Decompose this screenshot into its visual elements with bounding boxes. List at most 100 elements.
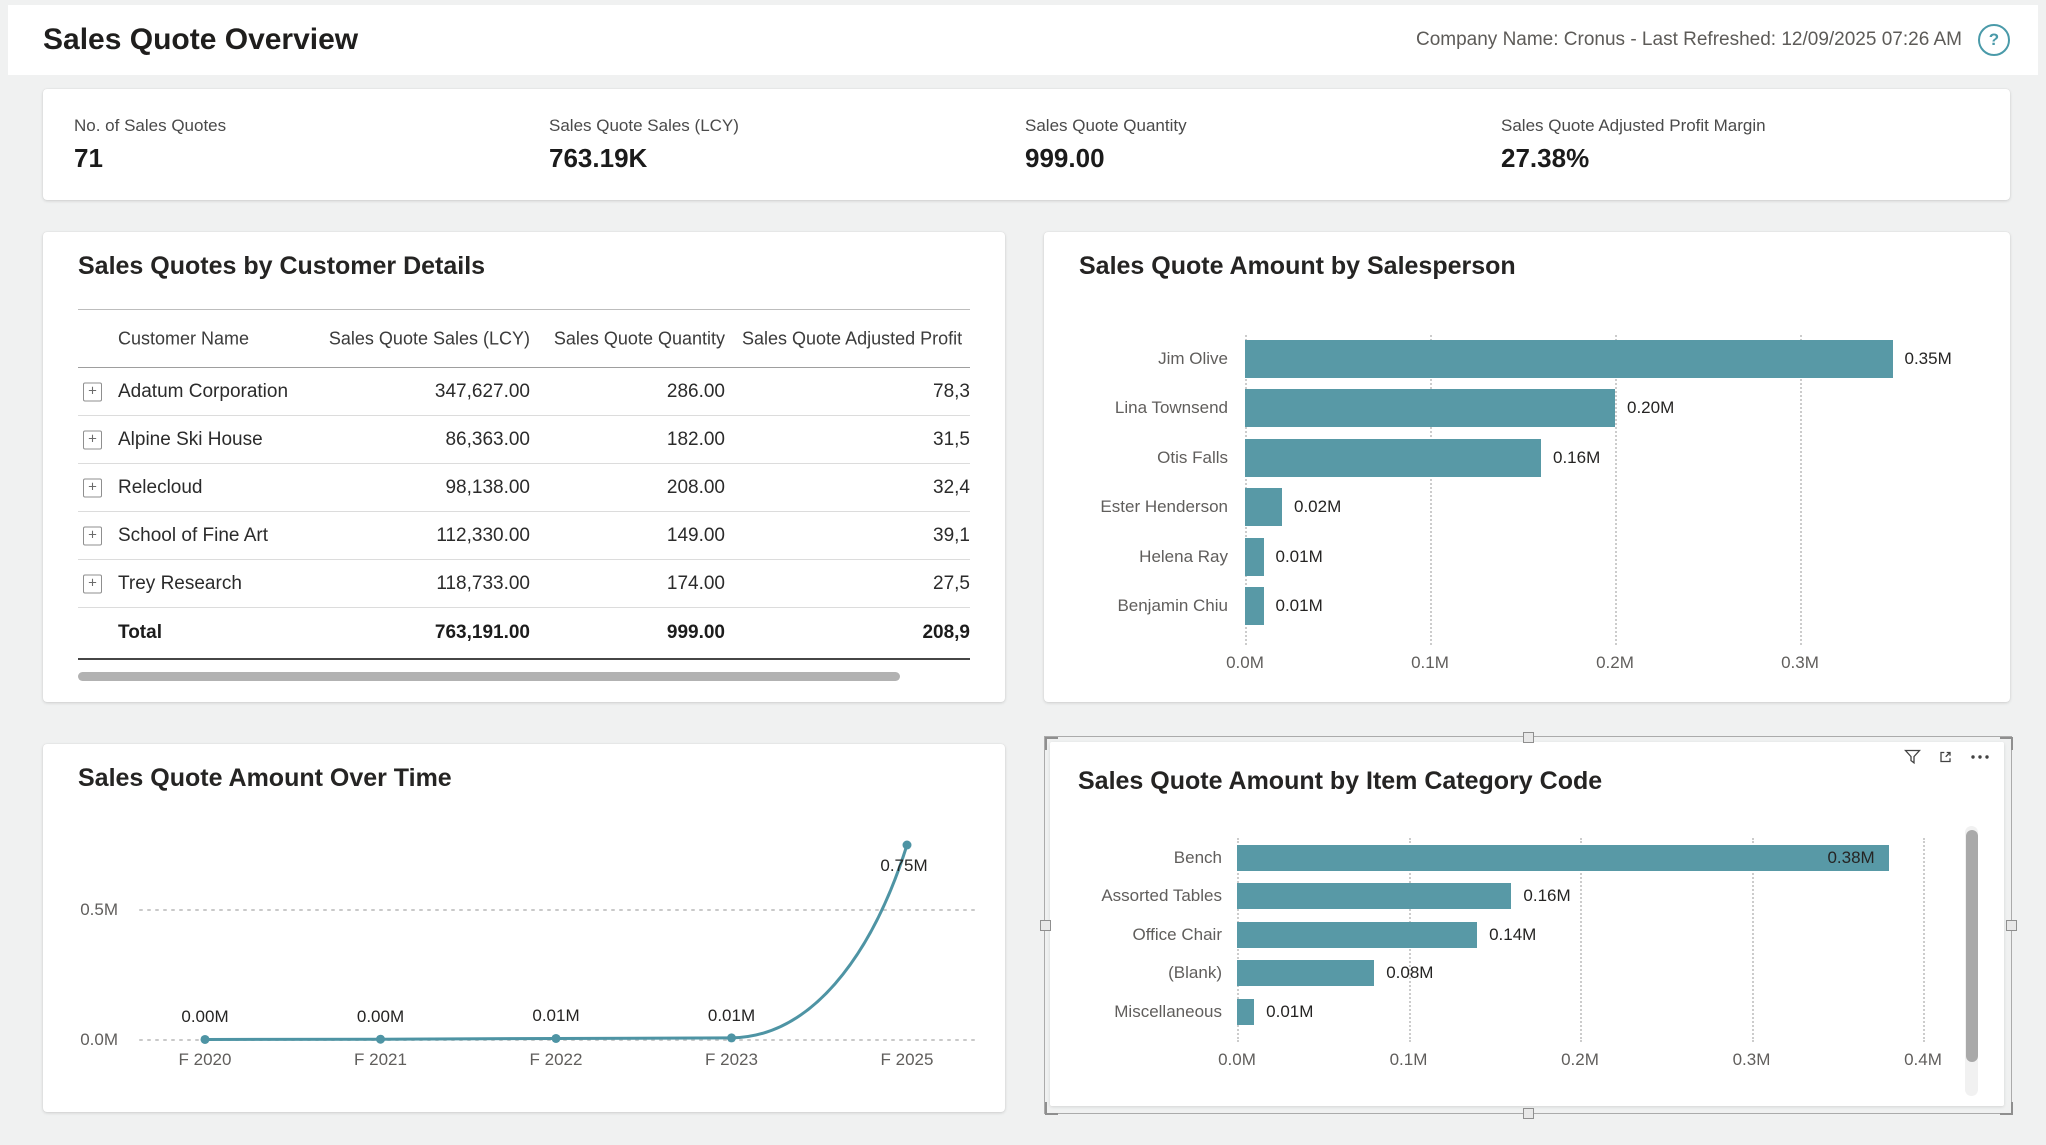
category-label: Ester Henderson	[1044, 497, 1228, 517]
salesperson-chart-card[interactable]: Sales Quote Amount by Salesperson 0.0M 0.…	[1044, 232, 2010, 702]
expand-row-button[interactable]: +	[83, 526, 102, 545]
resize-handle[interactable]	[1523, 1108, 1534, 1119]
kpi-value: 71	[74, 143, 103, 174]
total-label: Total	[118, 622, 162, 644]
x-axis-tick-label: 0.2M	[1596, 653, 1634, 673]
kpi-label: No. of Sales Quotes	[74, 116, 226, 136]
data-label: 0.14M	[1489, 925, 1536, 945]
vertical-scrollbar-track[interactable]	[1965, 826, 1978, 1096]
cell-customer-name: Trey Research	[118, 573, 242, 595]
column-header-adjusted-profit[interactable]: Sales Quote Adjusted Profit	[742, 328, 962, 349]
data-label: 0.35M	[1905, 349, 1952, 369]
bar[interactable]	[1245, 389, 1615, 427]
bar[interactable]	[1245, 340, 1893, 378]
focus-mode-icon[interactable]	[1937, 749, 1954, 765]
data-label: 0.16M	[1553, 448, 1600, 468]
data-label: 0.01M	[1276, 596, 1323, 616]
data-label: 0.01M	[532, 1006, 579, 1026]
x-axis-tick-label: 0.3M	[1733, 1050, 1771, 1070]
resize-handle[interactable]	[2006, 920, 2017, 931]
x-axis-tick-label: F 2021	[354, 1050, 407, 1070]
category-label: Miscellaneous	[1050, 1002, 1222, 1022]
kpi-label: Sales Quote Adjusted Profit Margin	[1501, 116, 1766, 136]
cell-sales: 347,627.00	[435, 381, 530, 403]
column-header-customer-name[interactable]: Customer Name	[118, 328, 249, 349]
kpi-value: 27.38%	[1501, 143, 1589, 174]
resize-handle[interactable]	[1040, 920, 1051, 931]
vertical-scrollbar-thumb[interactable]	[1966, 830, 1978, 1062]
resize-handle-corner[interactable]	[1045, 1102, 1058, 1115]
resize-handle-corner[interactable]	[2000, 737, 2013, 750]
item-category-chart-card[interactable]: Sales Quote Amount by Item Category Code…	[1050, 742, 2004, 1106]
data-label: 0.00M	[357, 1007, 404, 1027]
more-options-icon[interactable]	[1970, 749, 1990, 765]
cell-customer-name: Alpine Ski House	[118, 429, 263, 451]
cell-sales: 112,330.00	[436, 525, 530, 547]
bar[interactable]	[1237, 883, 1511, 909]
card-title: Sales Quote Amount by Item Category Code	[1078, 767, 1602, 796]
data-label: 0.75M	[880, 856, 927, 876]
table-row[interactable]: +Trey Research118,733.00174.0027,5	[78, 560, 970, 608]
line-point[interactable]	[903, 841, 912, 850]
category-label: Assorted Tables	[1050, 886, 1222, 906]
column-header-quantity[interactable]: Sales Quote Quantity	[554, 328, 725, 349]
sales-quotes-by-customer-card[interactable]: Sales Quotes by Customer Details Custome…	[43, 232, 1005, 702]
category-label: Bench	[1050, 848, 1222, 868]
cell-adjusted-profit: 78,3	[933, 381, 970, 403]
data-label: 0.08M	[1386, 963, 1433, 983]
bar[interactable]	[1245, 538, 1264, 576]
x-axis-tick-label: 0.4M	[1904, 1050, 1942, 1070]
expand-row-button[interactable]: +	[83, 430, 102, 449]
over-time-chart-card[interactable]: Sales Quote Amount Over Time 0.0M0.5M0.0…	[43, 744, 1005, 1112]
table-row[interactable]: + School of Fine Art 112,330.00 149.00 39,1	[78, 512, 970, 560]
cell-quantity: 149.00	[667, 525, 725, 547]
kpi-strip: No. of Sales Quotes71Sales Quote Sales (…	[43, 89, 2010, 200]
customer-table: Customer Name Sales Quote Sales (LCY) Sale…	[78, 309, 970, 660]
table-row[interactable]: +Adatum Corporation347,627.00286.0078,3	[78, 368, 970, 416]
visual-selection-frame[interactable]: Sales Quote Amount by Item Category Code…	[1044, 736, 2012, 1114]
column-header-sales[interactable]: Sales Quote Sales (LCY)	[329, 328, 530, 349]
cell-adjusted-profit: 31,5	[933, 429, 970, 451]
kpi-value: 999.00	[1025, 143, 1105, 174]
expand-row-button[interactable]: +	[83, 574, 102, 593]
help-icon[interactable]: ?	[1978, 24, 2010, 56]
bar[interactable]	[1237, 922, 1477, 948]
data-label: 0.01M	[1266, 1002, 1313, 1022]
y-axis-tick-label: 0.0M	[63, 1030, 118, 1050]
x-axis-tick-label: 0.1M	[1411, 653, 1449, 673]
kpi-label: Sales Quote Quantity	[1025, 116, 1187, 136]
x-axis-tick-label: F 2025	[881, 1050, 934, 1070]
resize-handle[interactable]	[1523, 732, 1534, 743]
category-label: Helena Ray	[1044, 547, 1228, 567]
data-label: 0.01M	[708, 1006, 755, 1026]
gridline	[1430, 335, 1432, 645]
cell-quantity: 286.00	[667, 381, 725, 403]
line-point[interactable]	[201, 1035, 210, 1044]
line-point[interactable]	[727, 1033, 736, 1042]
x-axis-tick-label: 0.0M	[1226, 653, 1264, 673]
cell-sales: 118,733.00	[436, 573, 530, 595]
bar[interactable]	[1245, 587, 1264, 625]
table-row[interactable]: +Alpine Ski House86,363.00182.0031,5	[78, 416, 970, 464]
resize-handle-corner[interactable]	[1045, 737, 1058, 750]
filter-icon[interactable]	[1904, 749, 1921, 765]
expand-row-button[interactable]: +	[83, 382, 102, 401]
table-row[interactable]: +Relecloud98,138.00208.0032,4	[78, 464, 970, 512]
cell-adjusted-profit: 32,4	[933, 477, 970, 499]
bar[interactable]	[1245, 439, 1541, 477]
total-sales: 763,191.00	[435, 622, 530, 644]
cell-customer-name: School of Fine Art	[118, 525, 268, 547]
x-axis-tick-label: F 2023	[705, 1050, 758, 1070]
page-header: Sales Quote Overview Company Name: Cronu…	[8, 5, 2038, 75]
bar[interactable]	[1245, 488, 1282, 526]
resize-handle-corner[interactable]	[2000, 1102, 2013, 1115]
cell-adjusted-profit: 39,1	[933, 525, 970, 547]
bar[interactable]	[1237, 999, 1254, 1025]
card-title: Sales Quote Amount by Salesperson	[1079, 252, 1516, 281]
bar[interactable]	[1237, 960, 1374, 986]
line-point[interactable]	[552, 1034, 561, 1043]
horizontal-scrollbar-thumb[interactable]	[78, 672, 900, 681]
line-point[interactable]	[376, 1035, 385, 1044]
expand-row-button[interactable]: +	[83, 478, 102, 497]
gridline	[1615, 335, 1617, 645]
